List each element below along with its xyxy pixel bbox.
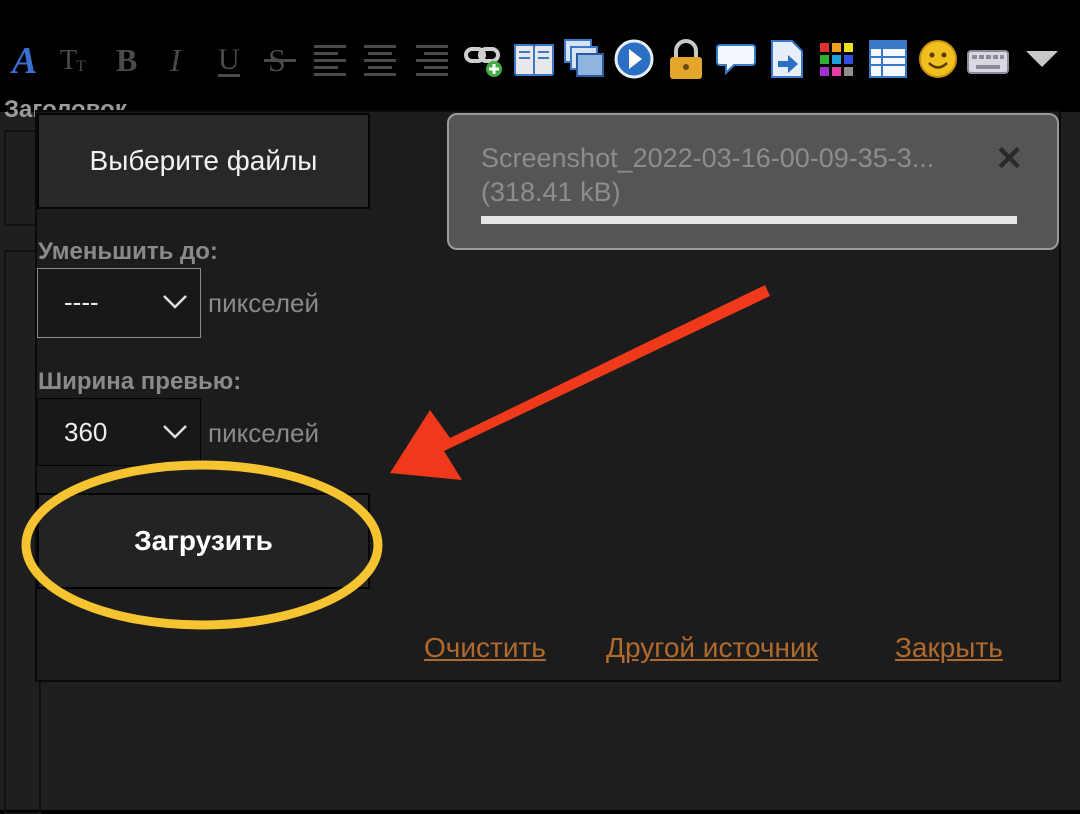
annotation-overlay — [21, 285, 770, 630]
highlight-ellipse — [21, 460, 383, 630]
red-arrow — [390, 285, 770, 480]
